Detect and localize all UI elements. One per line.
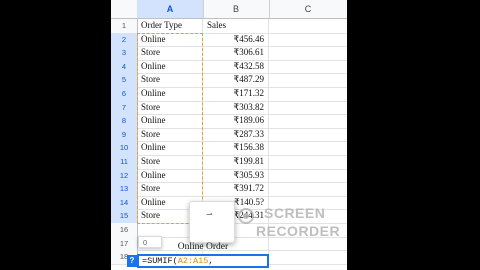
- table-row: 13 Store ₹391.72: [111, 182, 347, 197]
- cell-sales[interactable]: ₹156.38: [203, 141, 269, 155]
- row-number[interactable]: 12: [111, 168, 138, 183]
- table-row: 1 Order Type Sales: [111, 19, 347, 34]
- row-number[interactable]: 15: [111, 209, 138, 223]
- cell-sales[interactable]: Sales: [203, 19, 269, 33]
- table-row: 12 Online ₹305.93: [111, 168, 347, 184]
- row-number[interactable]: 5: [111, 73, 138, 87]
- cell-sales[interactable]: ₹305.93: [203, 168, 269, 183]
- cell-order-type[interactable]: Store: [137, 127, 203, 142]
- autocomplete-popup[interactable]: ⇀: [189, 201, 235, 243]
- formula-suffix: ,: [208, 256, 214, 266]
- table-row: 10 Online ₹156.38: [111, 141, 347, 156]
- cell-column-c[interactable]: [269, 101, 347, 115]
- cell-column-c[interactable]: [269, 114, 347, 128]
- watermark-line-1: SCREEN: [264, 205, 326, 221]
- right-letterbox: [347, 0, 480, 270]
- table-row: 8 Online ₹189.06: [111, 114, 347, 129]
- cell-order-type[interactable]: Online: [137, 59, 203, 74]
- cell-column-c[interactable]: [269, 155, 347, 169]
- column-header-c[interactable]: C: [269, 0, 347, 18]
- column-header-b[interactable]: B: [203, 0, 270, 18]
- cell-sales[interactable]: ₹171.32: [203, 87, 269, 101]
- table-row: 4 Online ₹432.58: [111, 59, 347, 75]
- table-row: 2 Online ₹456.46: [111, 32, 347, 48]
- cell-sales[interactable]: ₹391.72: [203, 182, 269, 196]
- row-number[interactable]: 6: [111, 87, 138, 101]
- cell-sales[interactable]: ₹303.82: [203, 100, 269, 115]
- formula-preview-chip: 0: [138, 236, 162, 248]
- cell-order-type[interactable]: Online: [137, 32, 203, 47]
- cell-order-type[interactable]: Store: [137, 100, 203, 115]
- table-row: 6 Online ₹171.32: [111, 87, 347, 102]
- screen-recorder-watermark: SCREEN RECORDER: [238, 205, 358, 245]
- table-row: 7 Store ₹303.82: [111, 100, 347, 116]
- cell-sales[interactable]: ₹189.06: [203, 114, 269, 128]
- formula-prefix: =SUMIF(: [142, 256, 178, 266]
- formula-editor-cell[interactable]: =SUMIF(A2:A15,: [137, 254, 269, 268]
- row-number[interactable]: 9: [111, 127, 138, 142]
- select-all-corner[interactable]: [111, 0, 138, 18]
- cell-column-c[interactable]: [269, 141, 347, 155]
- cell-order-type[interactable]: Store: [137, 73, 203, 87]
- row-number[interactable]: 11: [111, 155, 138, 169]
- row-number[interactable]: 2: [111, 32, 138, 47]
- row-number[interactable]: 3: [111, 46, 138, 60]
- row-number[interactable]: 16: [111, 223, 138, 237]
- cell-column-c[interactable]: [269, 128, 347, 142]
- cell-column-c[interactable]: [269, 73, 347, 87]
- cell-sales[interactable]: ₹306.61: [203, 46, 269, 60]
- cell-order-type[interactable]: Store: [137, 182, 203, 196]
- row-number[interactable]: 10: [111, 141, 138, 155]
- popup-arrow-icon: ⇀: [206, 210, 213, 219]
- row-number[interactable]: 17: [111, 236, 138, 251]
- cell-column-c[interactable]: [269, 250, 347, 264]
- table-row: 5 Store ₹487.29: [111, 73, 347, 88]
- cell-order-type[interactable]: Online: [137, 87, 203, 101]
- cell-column-c[interactable]: [269, 60, 347, 74]
- cell-column-c[interactable]: [269, 169, 347, 183]
- cell-sales[interactable]: ₹456.46: [203, 32, 269, 47]
- cell-column-c[interactable]: [269, 87, 347, 101]
- row-number[interactable]: 8: [111, 114, 138, 128]
- cell-column-c[interactable]: [269, 182, 347, 196]
- cell-sales[interactable]: ₹199.81: [203, 155, 269, 169]
- cell-order-type[interactable]: Store: [137, 46, 203, 60]
- cell-order-type[interactable]: Online: [137, 141, 203, 155]
- watermark-line-2: RECORDER: [256, 223, 341, 239]
- row-number[interactable]: 7: [111, 100, 138, 115]
- row-number[interactable]: 4: [111, 59, 138, 74]
- cell-column-c[interactable]: [269, 46, 347, 60]
- row-number[interactable]: 14: [111, 195, 138, 210]
- formula-help-icon[interactable]: ?: [127, 255, 137, 267]
- table-row: 3 Store ₹306.61: [111, 46, 347, 61]
- row-number[interactable]: 1: [111, 19, 138, 33]
- cell-order-type[interactable]: Order Type: [137, 19, 203, 33]
- cell-order-type[interactable]: Online: [137, 114, 203, 128]
- row-number[interactable]: 13: [111, 182, 138, 196]
- cell-column-c[interactable]: [269, 33, 347, 47]
- cell-sales[interactable]: ₹287.33: [203, 127, 269, 142]
- table-row: 9 Store ₹287.33: [111, 127, 347, 143]
- cell-sales[interactable]: ₹487.29: [203, 73, 269, 87]
- column-header-a[interactable]: A: [137, 0, 204, 18]
- cell-sales[interactable]: ₹432.58: [203, 59, 269, 74]
- table-row: 11 Store ₹199.81: [111, 155, 347, 170]
- column-header-bar: A B C: [111, 0, 347, 19]
- cell-order-type[interactable]: Store: [137, 155, 203, 169]
- record-icon: [238, 208, 254, 224]
- formula-range: A2:A15: [177, 256, 209, 266]
- left-letterbox: [0, 0, 111, 270]
- cell-order-type[interactable]: Online: [137, 168, 203, 183]
- cell-column-c[interactable]: [269, 19, 347, 33]
